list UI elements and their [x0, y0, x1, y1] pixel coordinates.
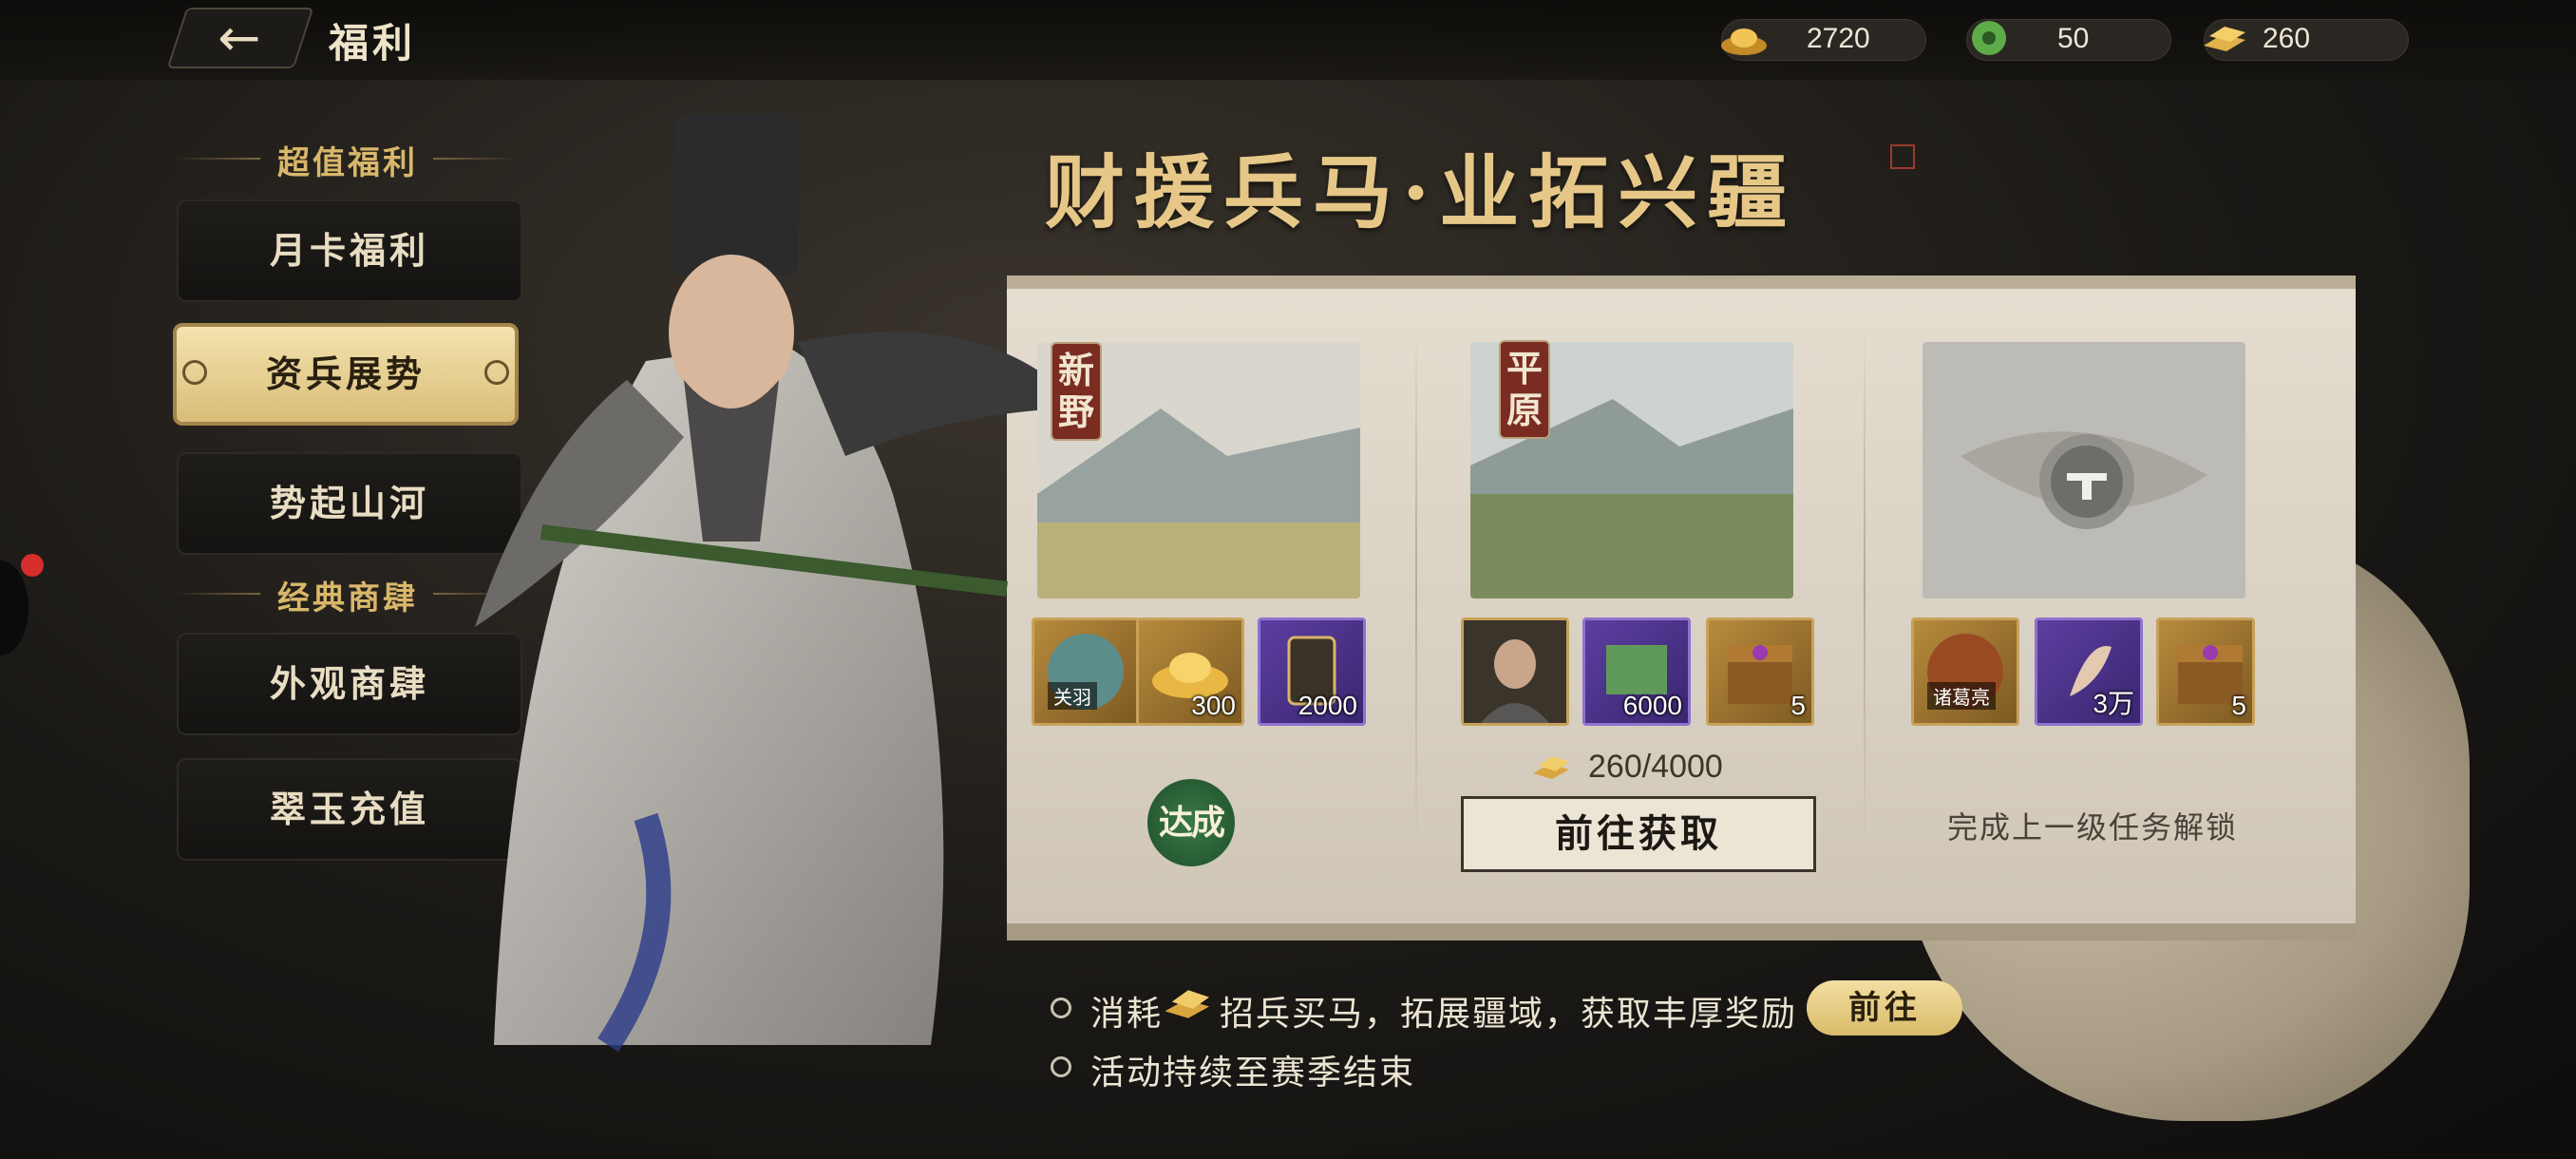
reward-count: 6000 [1622, 691, 1682, 720]
reward-general-guanyu[interactable]: 关羽 [1032, 618, 1140, 726]
progress-text: 260/4000 [1588, 749, 1723, 785]
seal-stamp [1890, 144, 1915, 169]
reward-gold-ingot[interactable]: 300 [1136, 618, 1244, 726]
general-portrait-icon [1464, 620, 1566, 723]
arrow-left-icon[interactable]: ← [211, 8, 268, 68]
page-title: 福利 [329, 20, 417, 66]
reward-count: 5 [2231, 691, 2246, 720]
gold-bars-icon [2204, 27, 2245, 51]
currency-jade-value: 50 [2057, 23, 2090, 54]
stage-tag-xinye: 新野 [1051, 342, 1102, 441]
reward-name: 关羽 [1048, 682, 1097, 710]
note-line1-prefix: 消耗 [1090, 995, 1164, 1034]
divider [1864, 323, 1866, 855]
event-title: 财援兵马·业拓兴疆 [1045, 145, 1797, 239]
bullet-icon [1051, 1056, 1071, 1077]
currency-gold-value: 2720 [1807, 23, 1870, 54]
reward-name: 诸葛亮 [1927, 682, 1996, 710]
currency-bars-value: 260 [2263, 23, 2311, 54]
go-button[interactable]: 前往 [1807, 980, 1962, 1036]
jade-coin-icon [1972, 21, 2006, 55]
locked-hint: 完成上一级任务解锁 [1947, 809, 2239, 846]
gold-bars-icon [1533, 756, 1569, 779]
reward-purple-token[interactable]: 2000 [1258, 618, 1366, 726]
reward-count: 5 [1790, 691, 1806, 720]
reward-count: 3万 [2093, 689, 2134, 718]
gold-ingot-icon [1721, 28, 1767, 55]
stage-tag-pingyuan: 平原 [1499, 340, 1550, 439]
lock-icon [2039, 434, 2134, 529]
reward-treasure-chest[interactable]: 5 [2156, 618, 2255, 726]
divider [1415, 323, 1417, 855]
reward-purple-feather[interactable]: 3万 [2035, 618, 2143, 726]
reward-count: 2000 [1297, 691, 1357, 720]
note-line1-text: 招兵买马，拓展疆域，获取丰厚奖励 [1220, 995, 1798, 1034]
reward-general-zhugeliang[interactable]: 诸葛亮 [1911, 618, 2019, 726]
gold-bars-icon [1165, 990, 1210, 1018]
bullet-icon [1051, 998, 1071, 1018]
reward-general-portrait[interactable] [1461, 618, 1569, 726]
ornament-icon [182, 360, 207, 385]
goto-obtain-button[interactable]: 前往获取 [1461, 796, 1816, 872]
notification-dot [21, 554, 44, 577]
achieved-stamp: 达成 [1147, 779, 1235, 866]
reward-treasure-chest[interactable]: 5 [1706, 618, 1814, 726]
reward-green-scroll[interactable]: 6000 [1582, 618, 1691, 726]
hero-character-image [475, 114, 1083, 1053]
reward-count: 300 [1191, 691, 1236, 720]
note-line2-text: 活动持续至赛季结束 [1090, 1054, 1416, 1092]
